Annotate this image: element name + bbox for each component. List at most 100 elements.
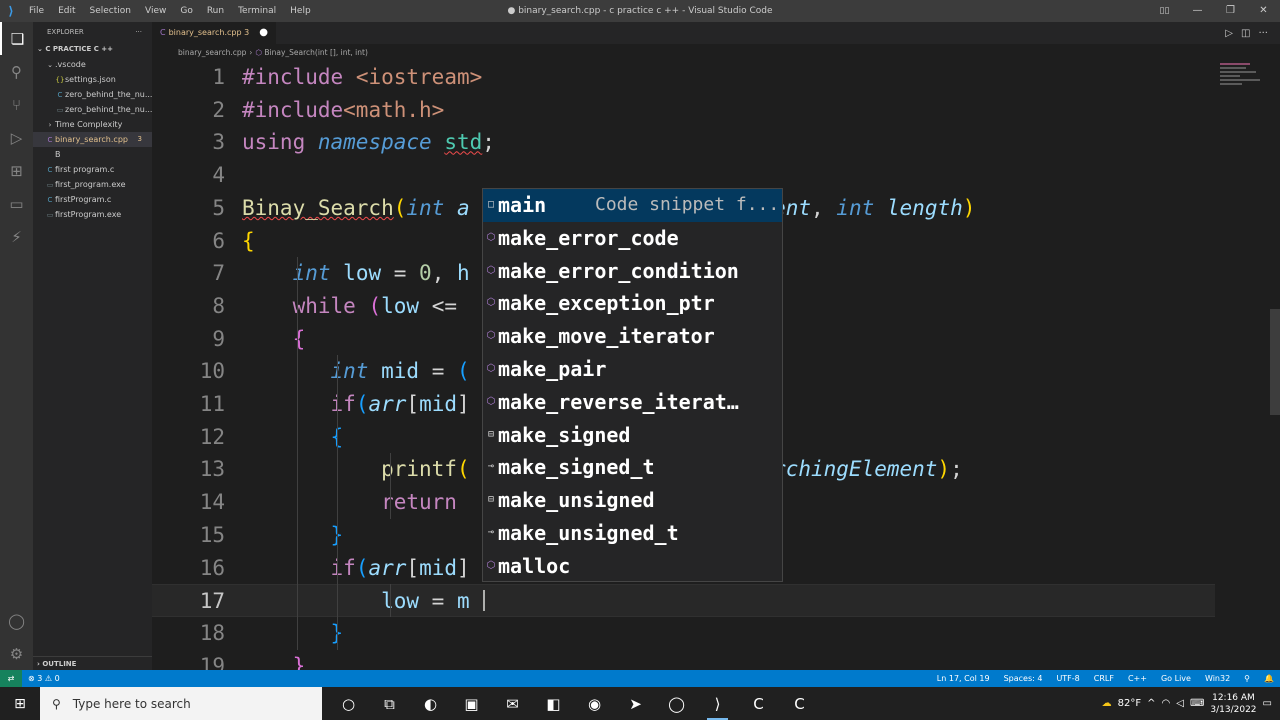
- suggestion-item[interactable]: ⬡ make_move_iterator: [483, 320, 782, 353]
- tree-item-label: zero_behind_the_nu...: [65, 90, 152, 99]
- more-actions-icon[interactable]: ···: [135, 22, 142, 42]
- cursor-position[interactable]: Ln 17, Col 19: [937, 670, 990, 687]
- code-line[interactable]: 18 }: [152, 617, 1215, 650]
- tree-item[interactable]: Cfirst program.c: [33, 162, 152, 177]
- indentation[interactable]: Spaces: 4: [1004, 670, 1043, 687]
- task-view-icon[interactable]: ⧉: [369, 687, 410, 720]
- minimize-icon[interactable]: —: [1181, 0, 1214, 22]
- account-icon[interactable]: ◯: [0, 604, 33, 637]
- telegram-icon[interactable]: ➤: [615, 687, 656, 720]
- layout-icon[interactable]: ▯▯: [1148, 0, 1181, 22]
- weather-temp[interactable]: 82°F: [1118, 698, 1141, 709]
- code-line[interactable]: 1 #include <iostream>: [152, 61, 1215, 94]
- code-line[interactable]: 19 }: [152, 650, 1215, 670]
- breadcrumb-symbol[interactable]: Binay_Search(int [], int, int): [264, 48, 368, 57]
- bell-icon[interactable]: 🔔: [1264, 670, 1274, 687]
- minimap[interactable]: [1220, 61, 1266, 101]
- clock[interactable]: 12:16 AM 3/13/2022: [1210, 692, 1256, 716]
- menu-item-help[interactable]: Help: [283, 6, 318, 16]
- clion-icon[interactable]: C: [779, 687, 820, 720]
- tree-item[interactable]: Cbinary_search.cpp 3: [33, 132, 152, 147]
- codeblocks-icon[interactable]: C: [738, 687, 779, 720]
- tree-item[interactable]: CfirstProgram.c: [33, 192, 152, 207]
- suggestion-item[interactable]: ⬡ make_error_condition: [483, 255, 782, 288]
- run-debug-icon[interactable]: ▷: [0, 121, 33, 154]
- suggestion-item[interactable]: ⊟ make_signed: [483, 419, 782, 452]
- manage-gear-icon[interactable]: ⚙: [0, 637, 33, 670]
- menu-item-run[interactable]: Run: [200, 6, 231, 16]
- taskbar-search-box[interactable]: ⚲ Type here to search: [40, 687, 322, 720]
- explorer-icon[interactable]: ❏: [0, 22, 33, 55]
- suggestion-item[interactable]: ⬡ malloc: [483, 550, 782, 581]
- firefox-icon[interactable]: ◉: [574, 687, 615, 720]
- extensions-icon[interactable]: ⊞: [0, 154, 33, 187]
- keyboard-icon[interactable]: ⌨: [1190, 698, 1204, 709]
- cortana-icon[interactable]: ○: [328, 687, 369, 720]
- code-line[interactable]: 2 #include<math.h>: [152, 94, 1215, 127]
- split-editor-icon[interactable]: ◫: [1241, 28, 1250, 39]
- unsaved-dot-icon[interactable]: ●: [259, 22, 268, 44]
- tab-binary-search[interactable]: Cbinary_search.cpp 3 ●: [152, 22, 276, 44]
- opera-icon[interactable]: ◯: [656, 687, 697, 720]
- notification-icon[interactable]: ▭: [1263, 698, 1272, 709]
- menu-item-selection[interactable]: Selection: [83, 6, 138, 16]
- tree-item[interactable]: ▭ first_program.exe: [33, 177, 152, 192]
- vscode-icon[interactable]: ⟩: [697, 687, 738, 720]
- platform[interactable]: Win32: [1205, 670, 1230, 687]
- tree-item[interactable]: › Time Complexity: [33, 117, 152, 132]
- edge-icon[interactable]: ◐: [410, 687, 451, 720]
- volume-icon[interactable]: ◁: [1176, 698, 1184, 709]
- network-icon[interactable]: ◠: [1162, 698, 1171, 709]
- suggestion-item[interactable]: □ main Code snippet f...: [483, 189, 782, 222]
- vertical-scrollbar[interactable]: [1270, 61, 1280, 670]
- suggestion-item[interactable]: ⊟ make_unsigned: [483, 484, 782, 517]
- live-share-icon[interactable]: ⚡: [0, 220, 33, 253]
- source-control-icon[interactable]: ⑂: [0, 88, 33, 121]
- suggestion-item[interactable]: ⊸ make_signed_t: [483, 451, 782, 484]
- tree-item[interactable]: B: [33, 147, 152, 162]
- run-icon[interactable]: ▷: [1225, 28, 1233, 39]
- suggestion-item[interactable]: ⬡ make_error_code: [483, 222, 782, 255]
- tree-item[interactable]: ▭ zero_behind_the_nu...: [33, 102, 152, 117]
- problems-indicator[interactable]: ⊗ 3 ⚠ 0: [22, 670, 66, 687]
- tree-item[interactable]: {}settings.json: [33, 72, 152, 87]
- suggestion-item[interactable]: ⬡ make_reverse_iterat…: [483, 386, 782, 419]
- menu-item-view[interactable]: View: [138, 6, 173, 16]
- more-icon[interactable]: ···: [1258, 28, 1268, 39]
- tree-item[interactable]: ⌄ .vscode: [33, 57, 152, 72]
- tray-overflow-icon[interactable]: ^: [1147, 698, 1155, 709]
- outline-section[interactable]: › OUTLINE: [33, 656, 152, 670]
- typedef-icon: ⊸: [487, 461, 495, 473]
- remote-explorer-icon[interactable]: ▭: [0, 187, 33, 220]
- code-line[interactable]: 3 using namespace std;: [152, 126, 1215, 159]
- encoding[interactable]: UTF-8: [1056, 670, 1079, 687]
- suggestion-item[interactable]: ⊸ make_unsigned_t: [483, 517, 782, 550]
- mail-icon[interactable]: ✉: [492, 687, 533, 720]
- maximize-icon[interactable]: ❐: [1214, 0, 1247, 22]
- remote-indicator-icon[interactable]: ⇄: [0, 670, 22, 687]
- workspace-folder[interactable]: ⌄ C PRACTICE C ++: [33, 42, 152, 57]
- search-icon[interactable]: ⚲: [0, 55, 33, 88]
- windows-start-icon[interactable]: ⊞: [0, 687, 40, 720]
- tree-item[interactable]: ▭ firstProgram.exe: [33, 207, 152, 222]
- go-live-button[interactable]: Go Live: [1161, 670, 1191, 687]
- language-mode[interactable]: C++: [1128, 670, 1147, 687]
- scroll-thumb[interactable]: [1270, 309, 1280, 415]
- menu-item-file[interactable]: File: [22, 6, 51, 16]
- line-number: 15: [199, 522, 225, 547]
- line-ending[interactable]: CRLF: [1094, 670, 1114, 687]
- code-line[interactable]: 17 low = m: [152, 584, 1215, 618]
- tree-item[interactable]: Czero_behind_the_nu...: [33, 87, 152, 102]
- weather-icon[interactable]: ☁: [1102, 698, 1112, 709]
- office-icon[interactable]: ◧: [533, 687, 574, 720]
- suggestion-item[interactable]: ⬡ make_exception_ptr: [483, 287, 782, 320]
- feedback-icon[interactable]: ⚲: [1244, 670, 1250, 687]
- close-icon[interactable]: ✕: [1247, 0, 1280, 22]
- menu-item-go[interactable]: Go: [173, 6, 199, 16]
- method-icon: ⬡: [486, 559, 496, 571]
- suggestion-item[interactable]: ⬡ make_pair: [483, 353, 782, 386]
- menu-item-terminal[interactable]: Terminal: [231, 6, 283, 16]
- menu-item-edit[interactable]: Edit: [51, 6, 82, 16]
- breadcrumb-file[interactable]: binary_search.cpp: [178, 48, 246, 57]
- store-icon[interactable]: ▣: [451, 687, 492, 720]
